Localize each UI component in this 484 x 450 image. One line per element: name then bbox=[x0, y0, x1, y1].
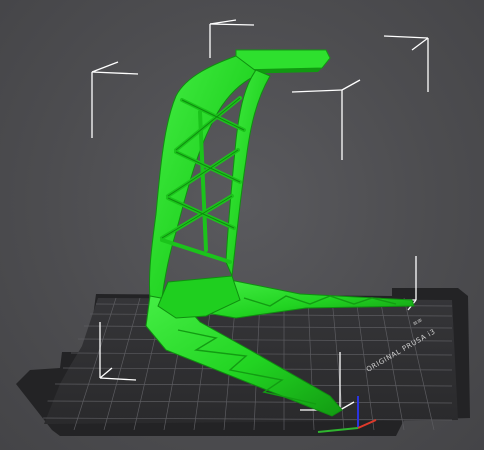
3d-viewport[interactable]: ORIGINAL PRUSA i3 ≡≡ bbox=[0, 0, 484, 450]
scene-canvas[interactable]: ORIGINAL PRUSA i3 ≡≡ bbox=[0, 0, 484, 450]
